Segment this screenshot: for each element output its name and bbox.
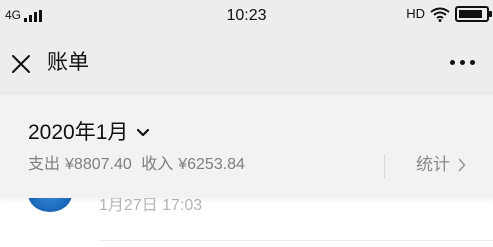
close-icon[interactable] (10, 53, 32, 75)
page-title: 账单 (47, 51, 89, 74)
bill-time: 1月27日 17:03 (99, 197, 203, 214)
chevron-right-icon (458, 158, 466, 172)
nav-bar: 账单 (0, 33, 493, 93)
stats-button[interactable]: 统计 (416, 154, 466, 176)
summary-divider (384, 154, 385, 178)
chevron-down-icon (137, 128, 150, 137)
status-bar: 4G 10:23 HD (0, 0, 493, 33)
hd-indicator: HD (406, 6, 425, 21)
battery-fill (459, 10, 482, 18)
bill-divider (99, 240, 493, 241)
bill-list: 1月27日 17:03 (0, 176, 493, 247)
income-amount: ¥6253.84 (178, 156, 245, 173)
expense-label: 支出 (28, 156, 61, 173)
status-right: HD (406, 6, 492, 22)
bill-screen: 4G 10:23 HD 账单 2020年1月 支出 ¥8807.40 收入 ¥6… (0, 0, 493, 247)
month-picker[interactable]: 2020年1月 (28, 120, 150, 146)
stats-label: 统计 (416, 155, 450, 174)
battery-icon (455, 6, 492, 22)
wifi-icon (430, 7, 450, 22)
income-label: 收入 (141, 156, 174, 173)
month-totals: 支出 ¥8807.40 收入 ¥6253.84 (28, 155, 250, 175)
more-icon[interactable] (450, 60, 475, 65)
expense-amount: ¥8807.40 (65, 156, 132, 173)
month-summary: 2020年1月 支出 ¥8807.40 收入 ¥6253.84 统计 (0, 93, 493, 198)
month-label: 2020年1月 (28, 121, 129, 144)
